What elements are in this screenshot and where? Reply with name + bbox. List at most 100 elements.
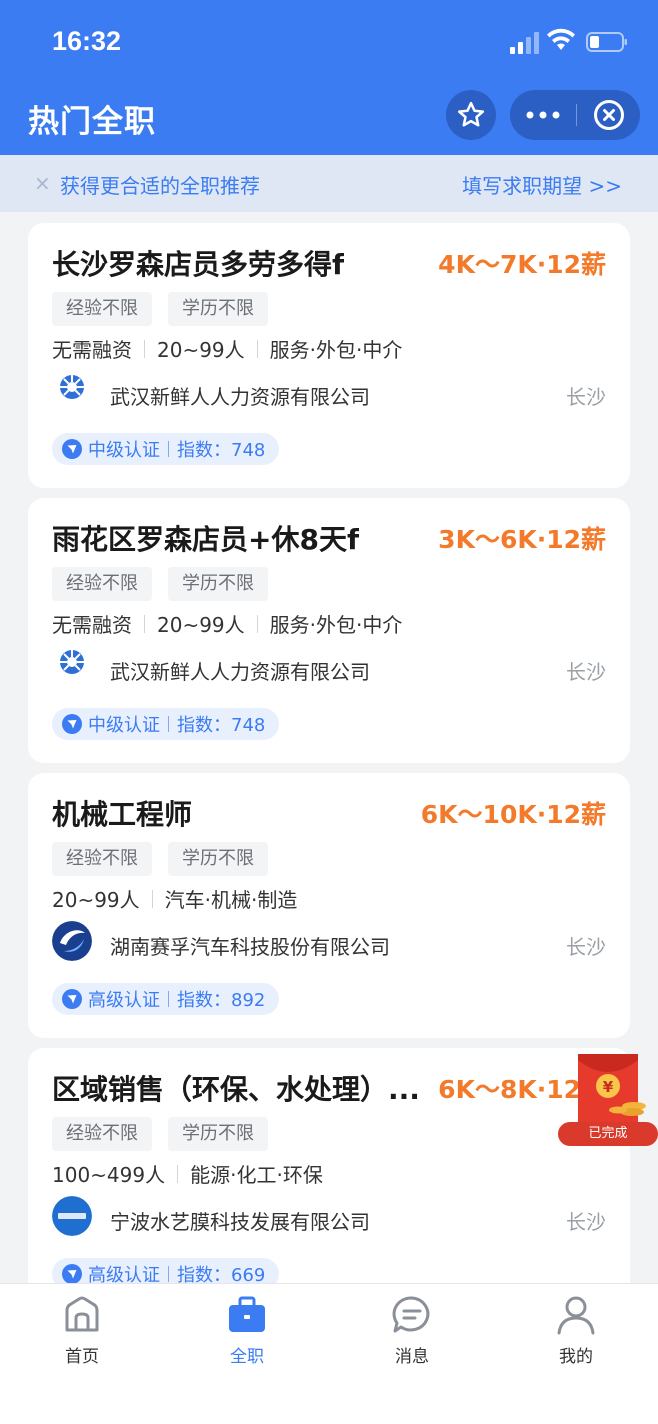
status-time: 16:32	[52, 26, 122, 56]
banner-message: 获得更合适的全职推荐	[60, 174, 260, 198]
company-name: 武汉新鲜人人力资源有限公司	[110, 385, 370, 409]
industry: 汽车·机械·制造	[164, 888, 298, 912]
experience-tag: 经验不限	[52, 842, 152, 876]
bottom-tab-bar: 首页 全职 消息 我的	[0, 1283, 658, 1424]
tab-profile[interactable]: 我的	[526, 1294, 626, 1374]
education-tag: 学历不限	[168, 292, 268, 326]
job-city: 长沙	[566, 935, 606, 959]
company-row: 武汉新鲜人人力资源有限公司 长沙	[52, 371, 606, 415]
company-size: 20~99人	[157, 613, 245, 637]
certification-badge: 中级认证 指数：748	[52, 433, 280, 465]
tab-label: 我的	[559, 1347, 593, 1367]
company-name: 宁波水艺膜科技发展有限公司	[110, 1210, 370, 1234]
tab-label: 消息	[395, 1347, 429, 1367]
red-envelope-widget[interactable]: ¥ 已完成	[558, 1054, 658, 1148]
company-logo	[52, 1196, 92, 1236]
certified-shield-icon	[62, 439, 82, 459]
certification-index: 指数：748	[177, 715, 266, 736]
certified-shield-icon	[62, 1264, 82, 1284]
user-icon	[557, 1296, 595, 1335]
job-tags: 经验不限 学历不限	[52, 842, 268, 876]
job-city: 长沙	[566, 660, 606, 684]
wifi-icon	[547, 28, 575, 50]
certified-shield-icon	[62, 714, 82, 734]
certification-level: 中级认证	[88, 715, 160, 736]
job-card[interactable]: 区域销售（环保、水处理）... 6K～8K·12薪 经验不限 学历不限 100~…	[28, 1048, 630, 1313]
certification-index: 指数：892	[177, 990, 266, 1011]
certification-level: 中级认证	[88, 440, 160, 461]
company-name: 武汉新鲜人人力资源有限公司	[110, 660, 370, 684]
company-logo	[52, 921, 92, 961]
company-logo	[52, 646, 92, 686]
fill-expectation-link[interactable]: 填写求职期望 >>	[462, 170, 622, 199]
red-envelope-label: 已完成	[588, 1126, 628, 1141]
briefcase-icon	[229, 1296, 265, 1332]
title-bar: 热门全职	[0, 88, 658, 148]
financing-stage: 无需融资	[52, 613, 132, 637]
job-card[interactable]: 雨花区罗森店员+休8天f 3K～6K·12薪 经验不限 学历不限 无需融资 20…	[28, 498, 630, 763]
page-title: 热门全职	[28, 104, 156, 140]
company-size: 100~499人	[52, 1163, 166, 1187]
tab-label: 全职	[230, 1347, 264, 1367]
more-dots-icon	[526, 111, 560, 119]
job-title: 长沙罗森店员多劳多得f	[52, 248, 345, 281]
job-city: 长沙	[566, 385, 606, 409]
job-title: 雨花区罗森店员+休8天f	[52, 523, 360, 556]
company-meta: 无需融资 20~99人 服务·外包·中介	[52, 334, 402, 363]
certification-index: 指数：748	[177, 440, 266, 461]
certification-level: 高级认证	[88, 990, 160, 1011]
job-salary: 3K～6K·12薪	[438, 525, 606, 554]
company-logo	[52, 371, 92, 411]
job-city: 长沙	[566, 1210, 606, 1234]
job-salary: 6K～10K·12薪	[420, 800, 606, 829]
tab-label: 首页	[65, 1347, 99, 1367]
experience-tag: 经验不限	[52, 1117, 152, 1151]
tab-home[interactable]: 首页	[32, 1294, 132, 1374]
job-card[interactable]: 长沙罗森店员多劳多得f 4K～7K·12薪 经验不限 学历不限 无需融资 20~…	[28, 223, 630, 488]
company-size: 20~99人	[157, 338, 245, 362]
education-tag: 学历不限	[168, 1117, 268, 1151]
company-meta: 100~499人 能源·化工·环保	[52, 1159, 323, 1188]
financing-stage: 无需融资	[52, 338, 132, 362]
job-salary: 4K～7K·12薪	[438, 250, 606, 279]
education-tag: 学历不限	[168, 567, 268, 601]
job-tags: 经验不限 学历不限	[52, 292, 268, 326]
tab-messages[interactable]: 消息	[362, 1294, 462, 1374]
app-header: 16:32 热门全职	[0, 0, 658, 155]
cellular-signal-icon	[510, 32, 539, 54]
certified-shield-icon	[62, 989, 82, 1009]
favorite-button[interactable]	[446, 90, 496, 140]
job-tags: 经验不限 学历不限	[52, 1117, 268, 1151]
education-tag: 学历不限	[168, 842, 268, 876]
industry: 能源·化工·环保	[190, 1163, 323, 1187]
close-button[interactable]	[577, 90, 640, 140]
job-title: 区域销售（环保、水处理）...	[52, 1073, 420, 1106]
recommend-banner: × 获得更合适的全职推荐 填写求职期望 >>	[0, 155, 658, 212]
home-icon	[65, 1296, 99, 1332]
job-title: 机械工程师	[52, 798, 193, 831]
tab-fulltime[interactable]: 全职	[197, 1294, 297, 1374]
industry: 服务·外包·中介	[269, 338, 403, 362]
red-envelope-symbol: ¥	[603, 1078, 614, 1096]
company-meta: 20~99人 汽车·机械·制造	[52, 884, 297, 913]
star-icon	[458, 101, 484, 127]
battery-icon	[586, 32, 627, 52]
more-button[interactable]	[510, 90, 576, 140]
experience-tag: 经验不限	[52, 292, 152, 326]
company-row: 宁波水艺膜科技发展有限公司 长沙	[52, 1196, 606, 1240]
company-size: 20~99人	[52, 888, 140, 912]
certification-badge: 中级认证 指数：748	[52, 708, 280, 740]
banner-close-icon[interactable]: ×	[34, 171, 51, 195]
company-meta: 无需融资 20~99人 服务·外包·中介	[52, 609, 402, 638]
company-name: 湖南赛孚汽车科技股份有限公司	[110, 935, 390, 959]
job-card[interactable]: 机械工程师 6K～10K·12薪 经验不限 学历不限 20~99人 汽车·机械·…	[28, 773, 630, 1038]
job-tags: 经验不限 学历不限	[52, 567, 268, 601]
close-circle-icon	[593, 100, 624, 130]
chat-icon	[392, 1296, 430, 1333]
miniapp-capsule	[510, 90, 640, 140]
experience-tag: 经验不限	[52, 567, 152, 601]
company-row: 武汉新鲜人人力资源有限公司 长沙	[52, 646, 606, 690]
industry: 服务·外包·中介	[269, 613, 403, 637]
status-bar: 16:32	[0, 24, 658, 64]
company-row: 湖南赛孚汽车科技股份有限公司 长沙	[52, 921, 606, 965]
